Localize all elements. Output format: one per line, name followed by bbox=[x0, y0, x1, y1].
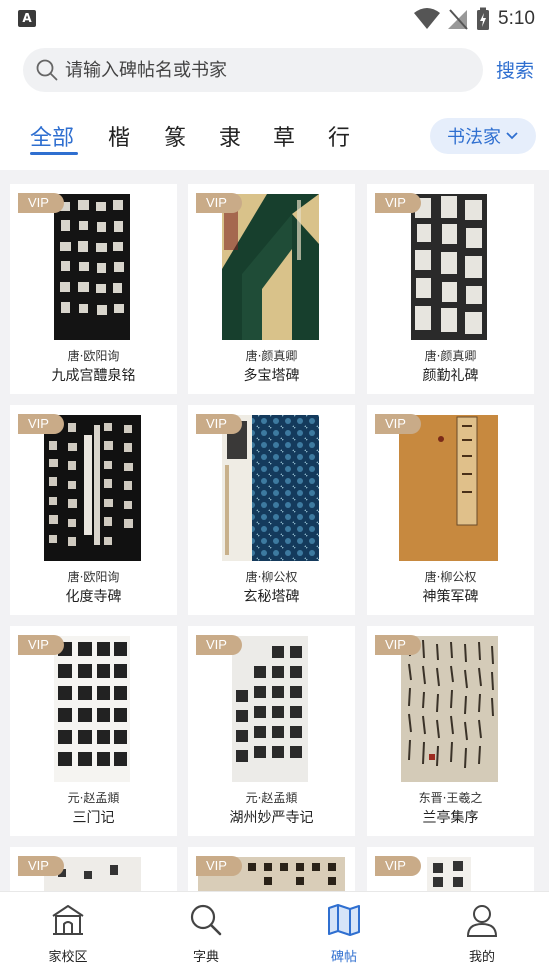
rubbing-card[interactable]: VIP 唐·颜真卿 颜勤礼碑 bbox=[367, 184, 534, 394]
rubbing-cover-image bbox=[401, 636, 498, 782]
rubbing-author: 元·赵孟頫 bbox=[67, 791, 120, 805]
rubbing-cover-image bbox=[232, 636, 308, 782]
rubbing-cover-image bbox=[54, 194, 130, 340]
rubbing-author: 东晋·王羲之 bbox=[418, 791, 483, 805]
tab-kai[interactable]: 楷 bbox=[108, 120, 130, 152]
status-bar: A 5:10 bbox=[0, 0, 549, 38]
rubbing-author: 元·赵孟頫 bbox=[245, 791, 298, 805]
rubbing-cover-image bbox=[222, 194, 319, 340]
tab-zhuan[interactable]: 篆 bbox=[164, 120, 186, 152]
school-icon bbox=[52, 905, 84, 935]
rubbing-cover-image bbox=[222, 415, 319, 561]
search-button[interactable]: 搜索 bbox=[496, 56, 534, 83]
rubbing-title: 九成宫醴泉铭 bbox=[51, 368, 136, 384]
tab-xing[interactable]: 行 bbox=[328, 120, 350, 152]
nav-item-rubbings[interactable]: 碑帖 bbox=[304, 900, 384, 965]
status-time: 5:10 bbox=[498, 8, 535, 29]
bottom-navigation: 家校区 字典 碑帖 我的 bbox=[0, 891, 549, 977]
chevron-down-icon bbox=[506, 132, 518, 140]
rubbing-title: 湖州妙严寺记 bbox=[229, 810, 314, 826]
rubbing-card[interactable]: VIP bbox=[367, 847, 534, 891]
vip-badge: VIP bbox=[196, 193, 242, 213]
rubbing-title: 多宝塔碑 bbox=[243, 368, 300, 384]
nav-item-profile[interactable]: 我的 bbox=[442, 900, 522, 965]
rubbing-card[interactable]: VIP 唐·柳公权 玄秘塔碑 bbox=[188, 405, 355, 615]
rubbing-cover-image bbox=[44, 415, 141, 561]
rubbing-title: 三门记 bbox=[72, 810, 115, 826]
rubbing-card[interactable]: VIP 元·赵孟頫 三门记 bbox=[10, 626, 177, 836]
status-icons: 5:10 bbox=[414, 6, 535, 32]
wifi-icon bbox=[414, 8, 441, 29]
rubbing-author: 唐·柳公权 bbox=[245, 570, 298, 584]
no-signal-icon bbox=[448, 9, 468, 30]
vip-badge: VIP bbox=[18, 856, 64, 876]
rubbing-author: 唐·颜真卿 bbox=[424, 349, 477, 363]
search-box[interactable] bbox=[23, 48, 483, 92]
rubbing-card[interactable]: VIP 东晋·王羲之 兰亭集序 bbox=[367, 626, 534, 836]
rubbing-author: 唐·欧阳询 bbox=[67, 349, 120, 363]
nav-item-campus[interactable]: 家校区 bbox=[28, 900, 108, 965]
rubbing-card[interactable]: VIP 唐·欧阳询 九成宫醴泉铭 bbox=[10, 184, 177, 394]
magnifier-icon bbox=[190, 904, 222, 936]
vip-badge: VIP bbox=[196, 414, 242, 434]
book-map-icon bbox=[328, 904, 360, 936]
nav-item-label: 家校区 bbox=[48, 950, 88, 965]
tab-li[interactable]: 隶 bbox=[219, 120, 241, 152]
calligrapher-dropdown[interactable]: 书法家 bbox=[430, 118, 536, 154]
rubbing-cover-image bbox=[399, 415, 498, 561]
rubbing-card[interactable]: VIP 唐·欧阳询 化度寺碑 bbox=[10, 405, 177, 615]
rubbing-cover-image bbox=[427, 857, 471, 891]
rubbing-card[interactable]: VIP 唐·颜真卿 多宝塔碑 bbox=[188, 184, 355, 394]
rubbing-title: 玄秘塔碑 bbox=[243, 589, 300, 605]
vip-badge: VIP bbox=[18, 635, 64, 655]
vip-badge: VIP bbox=[18, 414, 64, 434]
rubbing-author: 唐·欧阳询 bbox=[67, 570, 120, 584]
vip-badge: VIP bbox=[375, 635, 421, 655]
nav-item-label: 我的 bbox=[468, 950, 495, 965]
battery-charging-icon bbox=[477, 7, 490, 30]
search-icon bbox=[36, 59, 58, 81]
vip-badge: VIP bbox=[196, 635, 242, 655]
nav-item-label: 碑帖 bbox=[330, 950, 357, 965]
tab-cao[interactable]: 草 bbox=[273, 120, 295, 152]
active-tab-indicator bbox=[30, 152, 78, 155]
vip-badge: VIP bbox=[196, 856, 242, 876]
app-notification-icon: A bbox=[18, 10, 36, 27]
nav-item-label: 字典 bbox=[192, 950, 219, 965]
rubbing-title: 颜勤礼碑 bbox=[422, 368, 479, 384]
category-tabs: 全部 楷 篆 隶 草 行 书法家 bbox=[0, 116, 549, 164]
tab-all[interactable]: 全部 bbox=[30, 120, 74, 152]
header: 搜索 全部 楷 篆 隶 草 行 书法家 bbox=[0, 38, 549, 170]
rubbing-title: 化度寺碑 bbox=[65, 589, 122, 605]
calligrapher-dropdown-label: 书法家 bbox=[447, 127, 501, 148]
rubbing-cover-image bbox=[411, 194, 487, 340]
rubbing-card[interactable]: VIP bbox=[188, 847, 355, 891]
vip-badge: VIP bbox=[375, 856, 421, 876]
rubbing-card[interactable]: VIP 唐·柳公权 神策军碑 bbox=[367, 405, 534, 615]
rubbing-title: 兰亭集序 bbox=[422, 810, 479, 826]
rubbing-author: 唐·柳公权 bbox=[424, 570, 477, 584]
vip-badge: VIP bbox=[375, 414, 421, 434]
rubbing-author: 唐·颜真卿 bbox=[245, 349, 298, 363]
rubbing-card[interactable]: VIP bbox=[10, 847, 177, 891]
vip-badge: VIP bbox=[18, 193, 64, 213]
rubbing-title: 神策军碑 bbox=[422, 589, 479, 605]
rubbing-cover-image bbox=[54, 636, 130, 782]
user-icon bbox=[466, 905, 498, 937]
vip-badge: VIP bbox=[375, 193, 421, 213]
rubbing-card[interactable]: VIP 元·赵孟頫 湖州妙严寺记 bbox=[188, 626, 355, 836]
nav-item-dictionary[interactable]: 字典 bbox=[166, 900, 246, 965]
search-input[interactable] bbox=[65, 48, 465, 92]
